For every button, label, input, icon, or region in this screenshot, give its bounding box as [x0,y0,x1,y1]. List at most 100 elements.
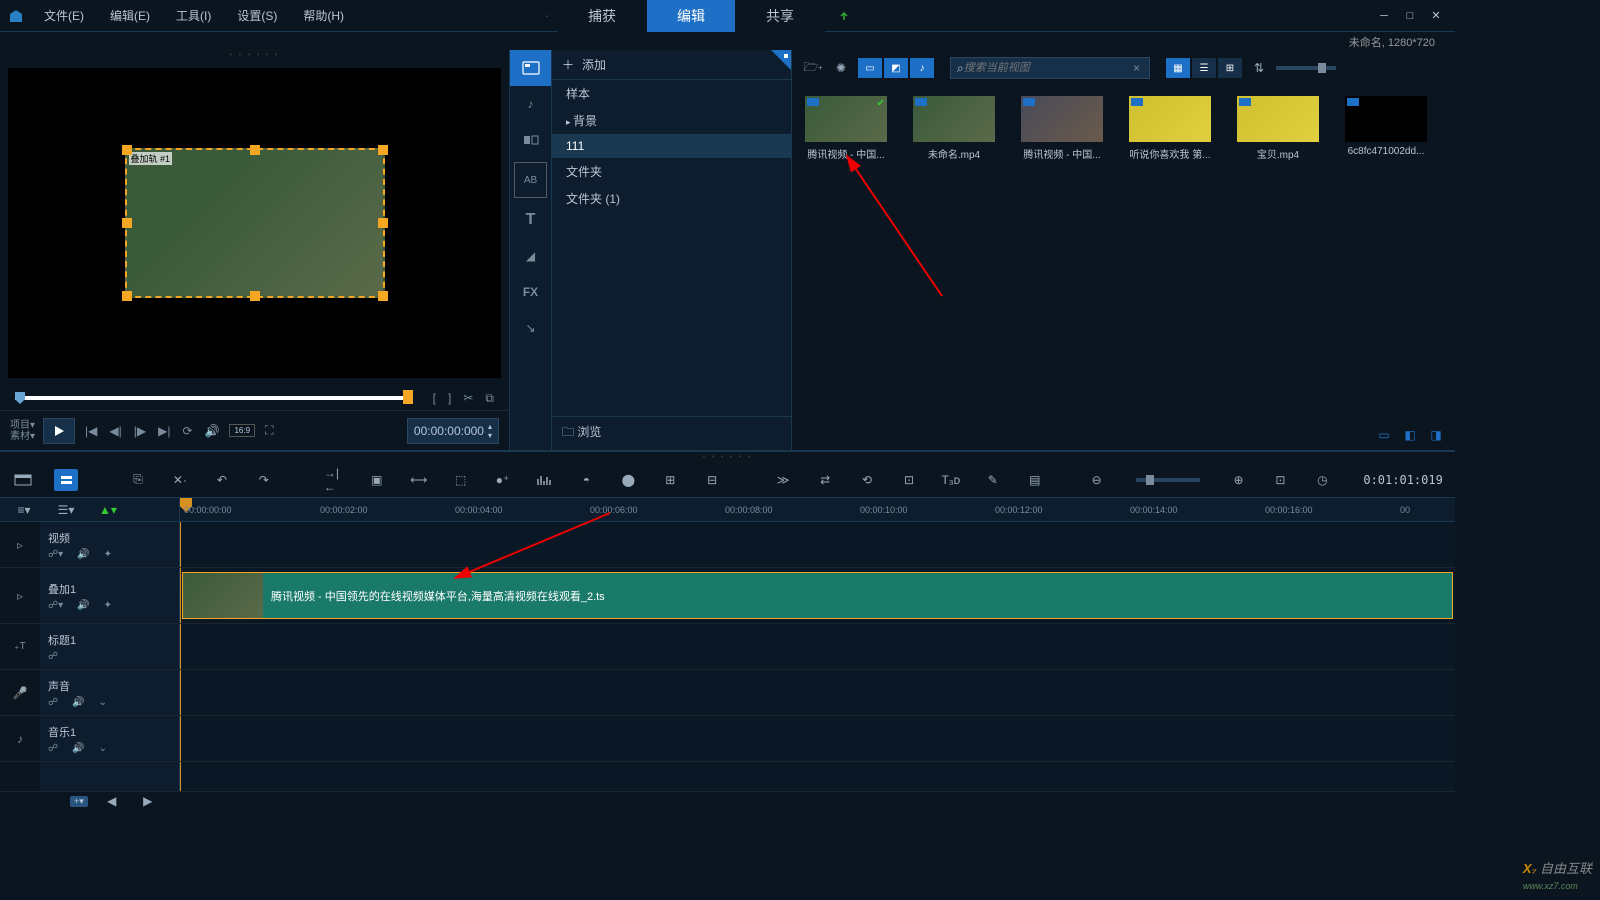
fx-icon[interactable]: ✦ [104,549,112,560]
voice-track-icon[interactable]: 🎤 [0,670,40,715]
thumbnail-zoom-slider[interactable] [1276,66,1336,70]
resize-handle-icon[interactable]: • • • • • • [0,452,1455,462]
sort-icon[interactable]: ⇅ [1248,57,1270,79]
overlay-track-body[interactable]: 腾讯视频 - 中国领先的在线视频媒体平台,海量高清视频在线观看_2.ts [180,568,1455,623]
add-track-button[interactable]: +▾ [70,796,88,807]
menu-settings[interactable]: 设置(S) [225,1,289,30]
speed-icon[interactable]: ≫ [772,473,794,487]
undo-icon[interactable]: ↶ [211,473,233,487]
stabilize-icon[interactable]: ⟲ [856,473,878,487]
tree-sample[interactable]: 样本 [552,80,791,107]
tab-audio-icon[interactable]: ♪ [510,86,551,122]
menu-file[interactable]: 文件(E) [32,1,96,30]
3d-title-icon[interactable]: T₃ᴅ [940,473,962,487]
loop-icon[interactable]: ⟳ [180,422,194,440]
link-icon[interactable]: ☍ [48,651,58,662]
scroll-right-icon[interactable]: ▶ [136,794,160,808]
chevron-down-icon[interactable]: ⌄ [99,743,107,754]
tree-folder-111[interactable]: 111 [552,134,791,158]
video-track-icon[interactable]: ▹ [0,522,40,567]
scrub-end-marker-icon[interactable] [403,390,413,404]
resize-handle-r[interactable] [378,218,388,228]
track-motion-icon[interactable]: ⊡ [898,473,920,487]
fx-icon[interactable]: ✦ [104,600,112,611]
tab-text-icon[interactable]: T [510,202,551,238]
media-item[interactable]: 未命名.mp4 [910,96,998,161]
view-list-icon[interactable]: ☰ [1192,58,1216,78]
record-icon[interactable]: ●⁺ [492,473,514,487]
panel-layout-c-icon[interactable]: ◨ [1425,424,1447,446]
reverse-icon[interactable]: ⇄ [814,473,836,487]
tab-fx-icon[interactable]: FX [510,274,551,310]
timeline-zoom-slider[interactable] [1136,478,1200,482]
tab-capture[interactable]: 捕获 [558,0,647,32]
scrubber[interactable]: [ ] ✂ ⧉ [0,386,509,410]
close-button[interactable]: ✕ [1425,7,1447,25]
media-item[interactable]: ✔腾讯视频 - 中国... [802,96,890,161]
tab-path-icon[interactable]: ↘ [510,310,551,346]
tab-edit[interactable]: 编辑 [647,0,736,32]
timeline-clip[interactable]: 腾讯视频 - 中国领先的在线视频媒体平台,海量高清视频在线观看_2.ts [182,572,1453,619]
mute-icon[interactable]: 🔊 [72,743,84,754]
resize-handle-t[interactable] [250,145,260,155]
mute-icon[interactable]: 🔊 [72,697,84,708]
resize-handle-tl[interactable] [122,145,132,155]
resize-handle-br[interactable] [378,291,388,301]
link-icon[interactable]: ☍▾ [48,600,63,611]
fit-icon[interactable]: ⊡ [1270,473,1292,487]
overlay-track-icon[interactable]: ▹ [0,568,40,623]
go-end-icon[interactable]: ▶| [156,422,172,440]
panel-layout-a-icon[interactable]: ▭ [1373,424,1395,446]
copy-attrs-icon[interactable]: ⎘ [127,472,149,487]
link-icon[interactable]: ☍ [48,743,58,754]
overlay-bounding-box[interactable]: 叠加轨 #1 [125,148,385,298]
storyboard-view-icon[interactable] [12,473,34,487]
tree-background[interactable]: 背景 [552,107,791,134]
tab-graphic-icon[interactable]: ◢ [510,238,551,274]
scissors-icon[interactable]: ✂ [463,391,473,406]
mute-icon[interactable]: 🔊 [77,600,89,611]
media-item[interactable]: 听说你喜欢我 第... [1126,96,1214,161]
media-item[interactable]: 宝贝.mp4 [1234,96,1322,161]
music-track-icon[interactable]: ♪ [0,716,40,761]
pin-icon[interactable] [771,50,791,70]
playback-mode-selector[interactable]: 项目▾ 素材▾ [10,420,35,442]
subtitle-icon[interactable]: ▤ [1024,473,1046,487]
resize-handle-l[interactable] [122,218,132,228]
panel-layout-b-icon[interactable]: ◧ [1399,424,1421,446]
expand-icon[interactable]: ⛶ [263,421,275,440]
split-icon[interactable]: ⧉ [485,391,494,406]
tab-share[interactable]: 共享 [736,0,825,32]
chroma-icon[interactable]: ⬤ [617,473,639,487]
menu-help[interactable]: 帮助(H) [291,1,356,30]
mixer-icon[interactable] [534,473,556,487]
maximize-button[interactable]: □ [1399,7,1421,25]
link-icon[interactable]: ☍ [48,697,58,708]
menu-edit[interactable]: 编辑(E) [98,1,162,30]
mute-icon[interactable]: 🔊 [77,549,89,560]
link-icon[interactable]: ☍▾ [48,549,63,560]
add-button[interactable]: ＋ 添加 [552,50,791,80]
resize-handle-tr[interactable] [378,145,388,155]
chevron-down-icon[interactable]: ⌄ [99,697,107,708]
search-input[interactable]: ⌕ × [950,57,1150,79]
home-icon[interactable] [536,5,558,27]
clock-icon[interactable]: ◷ [1311,473,1333,487]
menu-tool[interactable]: 工具(I) [164,1,223,30]
media-item[interactable]: 6c8fc471002dd... [1342,96,1430,157]
multicam-icon[interactable]: ⊞ [659,473,681,487]
import-icon[interactable]: 🗁+ [802,57,824,79]
filter-photo-icon[interactable]: ◩ [884,58,908,78]
crop-icon[interactable]: ⬚ [450,473,472,487]
play-button[interactable] [43,418,75,444]
step-back-icon[interactable]: ◀| [107,422,123,440]
scroll-left-icon[interactable]: ◀ [100,794,124,808]
go-start-icon[interactable]: |◀ [83,422,99,440]
media-item[interactable]: 腾讯视频 - 中国... [1018,96,1106,161]
resize-handle-bl[interactable] [122,291,132,301]
track-options-icon[interactable]: ≡▾ [12,503,36,517]
split-screen-icon[interactable]: ⊟ [701,473,723,487]
aspect-ratio-badge[interactable]: 16:9 [229,424,255,437]
minimize-button[interactable]: ─ [1373,7,1395,25]
volume-icon[interactable]: 🔊 [203,422,222,440]
